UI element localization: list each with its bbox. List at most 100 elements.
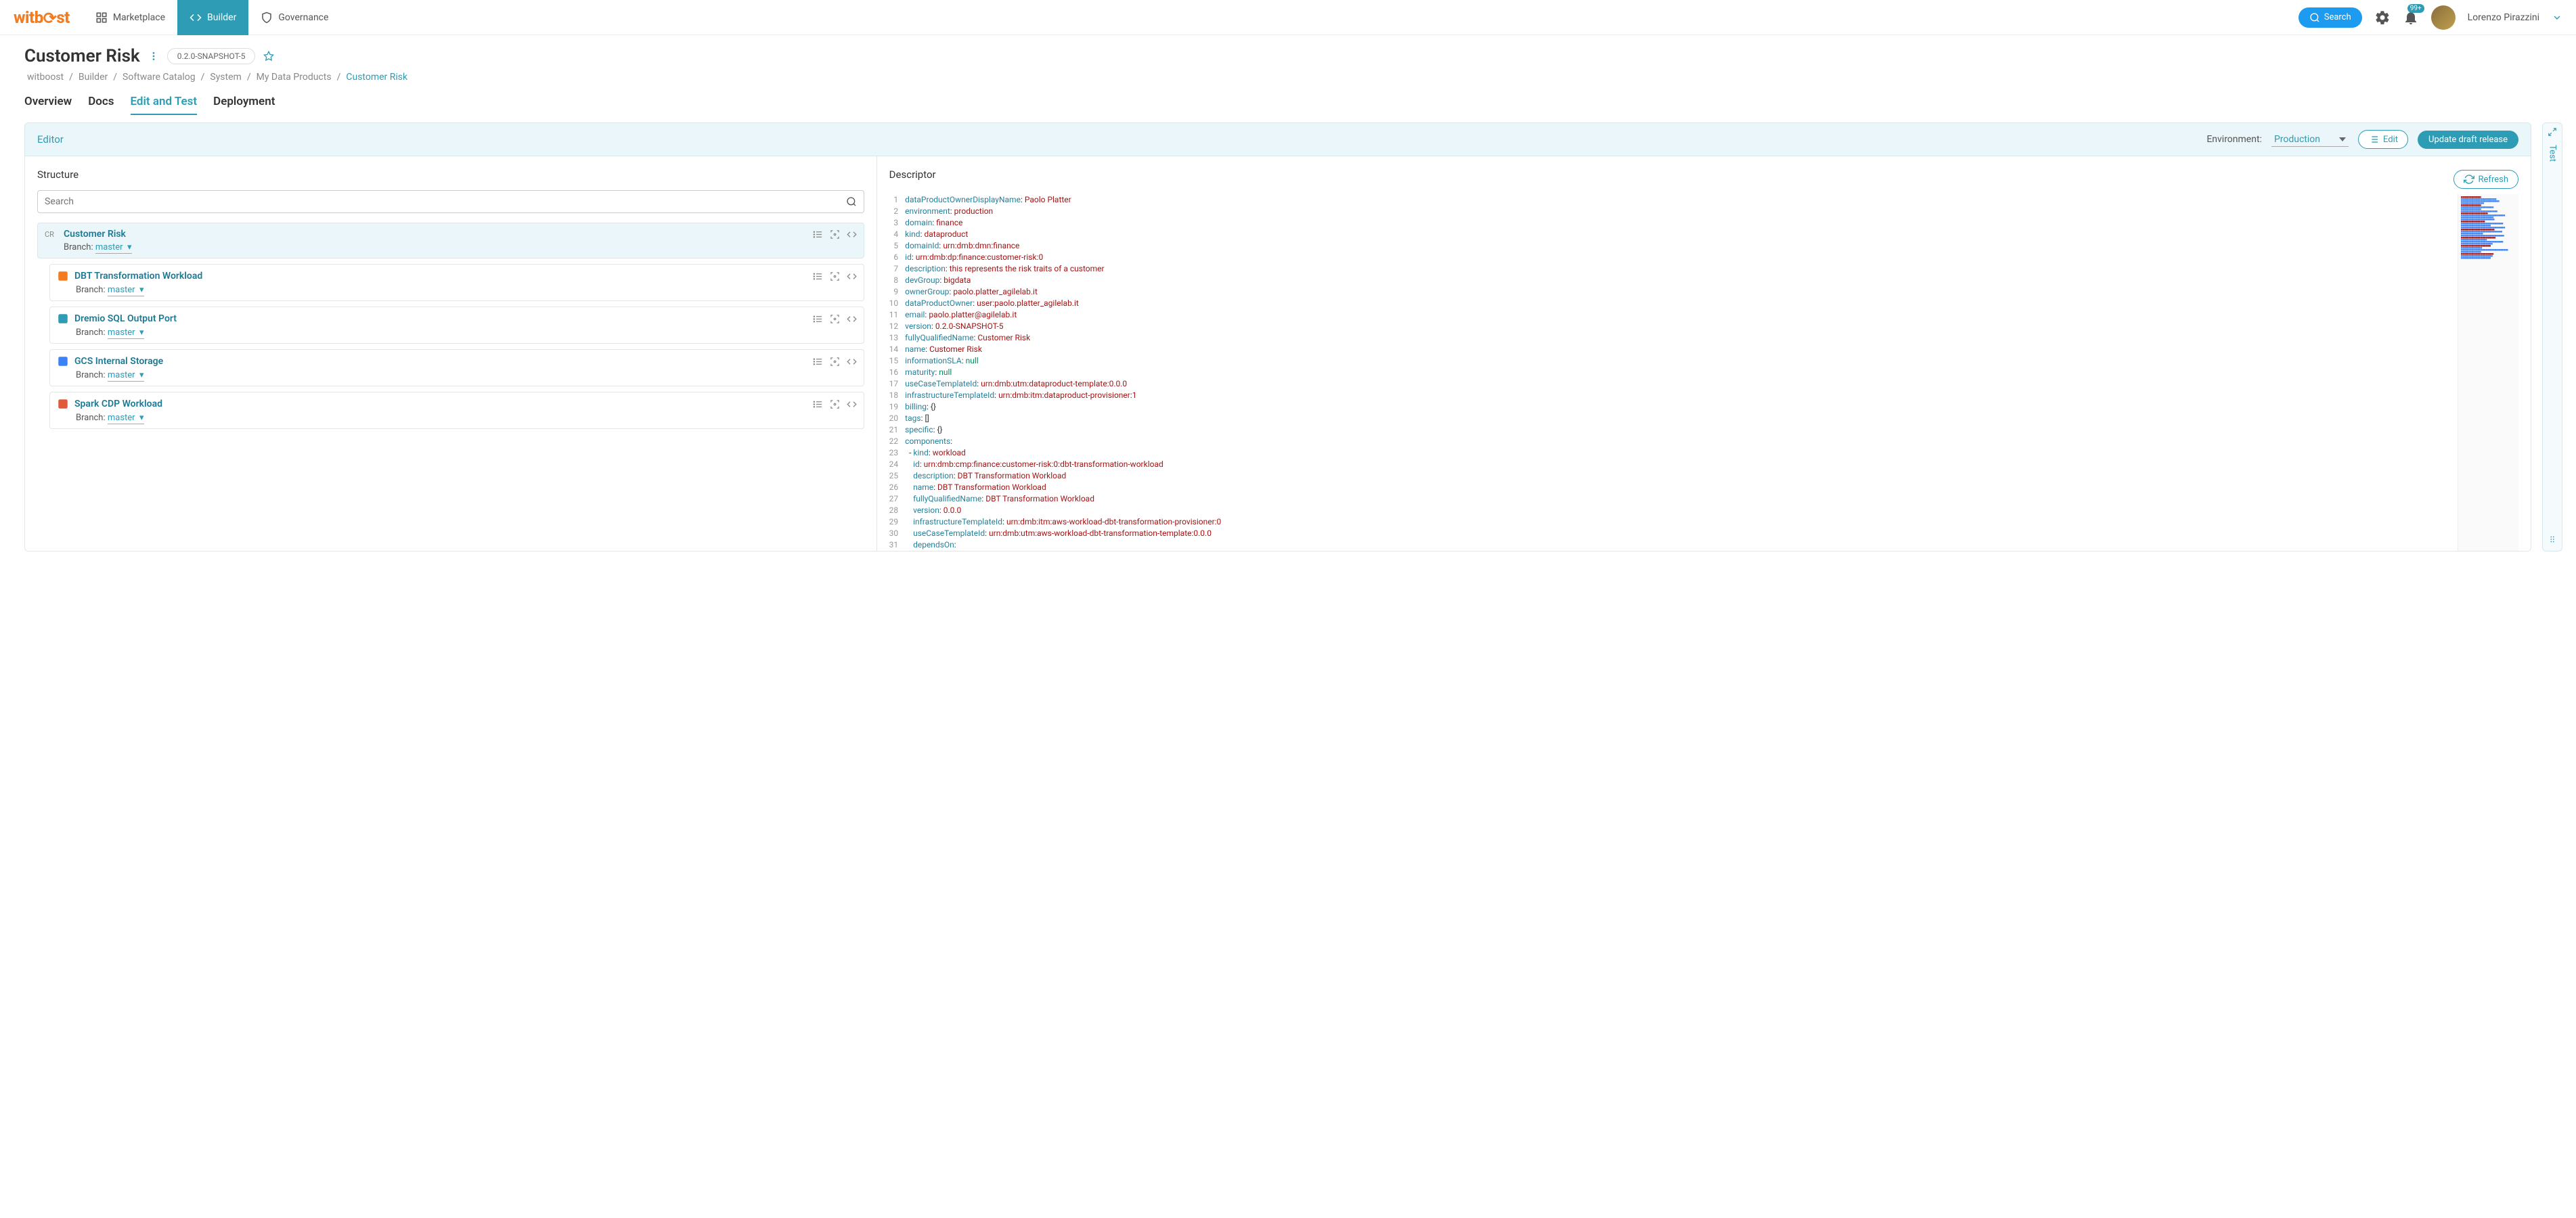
breadcrumb-item[interactable]: System <box>210 72 241 83</box>
environment-select[interactable]: Production <box>2271 133 2349 147</box>
list-icon[interactable] <box>813 399 823 409</box>
tab-overview[interactable]: Overview <box>24 95 72 115</box>
panel-header: Editor Environment: Production Edit Upda… <box>24 122 2531 156</box>
user-name: Lorenzo Pirazzini <box>2468 12 2539 23</box>
page-header: Customer Risk 0.2.0-SNAPSHOT-5 witboost/… <box>0 35 2576 116</box>
tab-edit-and-test[interactable]: Edit and Test <box>131 95 198 115</box>
node-title: Spark CDP Workload <box>74 399 162 409</box>
component-icon <box>57 270 69 282</box>
edit-button-label: Edit <box>2383 135 2398 145</box>
component-icon <box>57 355 69 367</box>
caret-down-icon <box>2339 137 2346 141</box>
search-button[interactable]: Search <box>2299 7 2362 28</box>
environment-value: Production <box>2274 134 2320 145</box>
nav-marketplace[interactable]: Marketplace <box>83 0 177 35</box>
drag-handle-icon[interactable] <box>2548 535 2557 544</box>
tree-node[interactable]: DBT Transformation Workload Branch: mast… <box>49 264 864 301</box>
node-title: Customer Risk <box>64 229 126 240</box>
topbar: witb⟳st Marketplace Builder Governance S… <box>0 0 2576 35</box>
branch-select[interactable]: master ▾ <box>108 413 144 424</box>
breadcrumb-item[interactable]: My Data Products <box>257 72 332 83</box>
branch-select[interactable]: master ▾ <box>108 328 144 339</box>
structure-search[interactable] <box>37 190 864 213</box>
code-icon[interactable] <box>847 399 857 409</box>
list-icon <box>2368 134 2379 145</box>
logo: witb⟳st <box>14 8 70 27</box>
focus-icon[interactable] <box>830 399 840 409</box>
list-icon[interactable] <box>813 229 823 240</box>
page-title: Customer Risk <box>24 46 140 66</box>
breadcrumb: witboost/Builder/Software Catalog/System… <box>24 72 2552 83</box>
refresh-button[interactable]: Refresh <box>2453 170 2518 189</box>
nav-governance-label: Governance <box>278 12 328 23</box>
expand-icon[interactable] <box>2548 127 2557 137</box>
component-icon <box>57 398 69 410</box>
test-label: Test <box>2548 145 2558 162</box>
nav-marketplace-label: Marketplace <box>113 12 165 23</box>
gutter: 1234567891011121314151617181920212223242… <box>889 194 906 551</box>
code-icon <box>190 12 202 24</box>
node-title: GCS Internal Storage <box>74 356 163 367</box>
focus-icon[interactable] <box>830 229 840 240</box>
nav-governance[interactable]: Governance <box>248 0 340 35</box>
environment-label: Environment: <box>2206 134 2262 145</box>
branch-select[interactable]: master ▾ <box>95 242 132 254</box>
list-icon[interactable] <box>813 314 823 324</box>
panel-header-title: Editor <box>37 133 64 145</box>
tab-docs[interactable]: Docs <box>88 95 114 115</box>
tree-root[interactable]: CR Customer Risk Branch: master ▾ <box>37 223 864 258</box>
code-icon[interactable] <box>847 314 857 324</box>
search-button-label: Search <box>2324 12 2351 22</box>
edit-button[interactable]: Edit <box>2358 130 2408 149</box>
breadcrumb-item[interactable]: Software Catalog <box>123 72 196 83</box>
tree-node[interactable]: GCS Internal Storage Branch: master ▾ <box>49 349 864 386</box>
breadcrumb-item[interactable]: witboost <box>27 72 64 83</box>
tree-node[interactable]: Spark CDP Workload Branch: master ▾ <box>49 392 864 429</box>
gear-icon <box>2374 9 2391 26</box>
code-content: dataProductOwnerDisplayName: Paolo Platt… <box>905 194 2458 551</box>
search-icon <box>2309 12 2320 23</box>
star-icon[interactable] <box>263 51 274 62</box>
focus-icon[interactable] <box>830 314 840 324</box>
search-input[interactable] <box>45 196 846 207</box>
list-icon[interactable] <box>813 357 823 367</box>
code-icon[interactable] <box>847 229 857 240</box>
code-icon[interactable] <box>847 271 857 281</box>
structure-column: Structure CR Customer Risk <box>25 156 877 551</box>
settings-button[interactable] <box>2374 9 2391 26</box>
chevron-down-icon[interactable] <box>2552 12 2562 23</box>
breadcrumb-item[interactable]: Builder <box>79 72 108 83</box>
notification-badge: 99+ <box>2407 4 2424 13</box>
test-panel-rail[interactable]: Test <box>2542 122 2562 551</box>
refresh-icon <box>2464 174 2474 185</box>
version-chip: 0.2.0-SNAPSHOT-5 <box>167 48 256 64</box>
grid-icon <box>95 12 108 24</box>
tab-deployment[interactable]: Deployment <box>213 95 275 115</box>
list-icon[interactable] <box>813 271 823 281</box>
branch-select[interactable]: master ▾ <box>108 370 144 382</box>
main-nav: Marketplace Builder Governance <box>83 0 341 35</box>
branch-select[interactable]: master ▾ <box>108 285 144 296</box>
minimap[interactable]: ████████████████████████████████████████… <box>2458 194 2518 551</box>
nav-builder[interactable]: Builder <box>177 0 248 35</box>
notifications-button[interactable]: 99+ <box>2403 9 2419 26</box>
tabs: Overview Docs Edit and Test Deployment <box>24 95 2552 116</box>
focus-icon[interactable] <box>830 357 840 367</box>
search-icon <box>846 196 857 207</box>
branch-label: Branch: <box>64 242 93 252</box>
avatar[interactable] <box>2431 5 2456 30</box>
structure-title: Structure <box>37 168 864 181</box>
node-title: Dremio SQL Output Port <box>74 313 177 324</box>
breadcrumb-item: Customer Risk <box>346 72 407 83</box>
node-title: DBT Transformation Workload <box>74 271 202 281</box>
code-icon[interactable] <box>847 357 857 367</box>
descriptor-column: Descriptor Refresh 123456789101112131415… <box>877 156 2531 551</box>
tree-node[interactable]: Dremio SQL Output Port Branch: master ▾ <box>49 307 864 344</box>
update-release-button[interactable]: Update draft release <box>2418 131 2518 149</box>
shield-icon <box>261 12 273 24</box>
more-vertical-icon[interactable] <box>148 51 159 62</box>
focus-icon[interactable] <box>830 271 840 281</box>
code-editor[interactable]: 1234567891011121314151617181920212223242… <box>889 194 2518 551</box>
nav-builder-label: Builder <box>207 12 236 23</box>
component-icon <box>57 313 69 325</box>
